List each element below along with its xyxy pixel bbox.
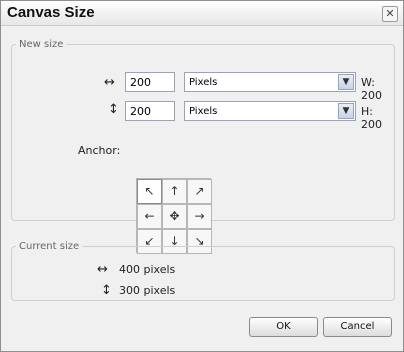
canvas-size-dialog: Canvas Size ✕ New size ↔ 200 Pixels ▼ W:… (0, 0, 404, 352)
width-input[interactable]: 200 (125, 72, 175, 92)
height-input[interactable]: 200 (125, 101, 175, 121)
width-unit-value: Pixels (189, 77, 218, 88)
close-icon[interactable]: ✕ (382, 6, 398, 22)
anchor-middle-left-button[interactable]: ← (137, 204, 162, 229)
current-width: 400 pixels (119, 263, 176, 276)
width-unit-select[interactable]: Pixels ▼ (184, 72, 356, 92)
cancel-button[interactable]: Cancel (323, 317, 392, 337)
new-size-legend: New size (19, 39, 64, 50)
chevron-down-icon[interactable]: ▼ (338, 103, 354, 119)
current-height: 300 pixels (119, 284, 176, 297)
anchor-top-center-button[interactable]: ↑ (162, 179, 187, 204)
current-size-legend: Current size (19, 241, 80, 252)
width-summary: W: 200 (361, 76, 382, 102)
current-size-group: Current size ↔ 400 pixels ↕ 300 pixels (11, 241, 395, 301)
chevron-down-icon[interactable]: ▼ (338, 74, 354, 90)
anchor-center-button[interactable]: ✥ (162, 204, 187, 229)
height-arrow-icon: ↕ (101, 283, 112, 298)
anchor-top-right-button[interactable]: ↗ (187, 179, 212, 204)
anchor-label: Anchor: (78, 144, 121, 157)
anchor-middle-right-button[interactable]: → (187, 204, 212, 229)
width-arrow-icon: ↔ (104, 75, 115, 90)
title-bar: Canvas Size ✕ (1, 1, 403, 26)
height-unit-select[interactable]: Pixels ▼ (184, 101, 356, 121)
height-summary: H: 200 (361, 105, 382, 131)
ok-button[interactable]: OK (249, 317, 318, 337)
height-arrow-icon: ↕ (108, 102, 119, 117)
width-arrow-icon: ↔ (97, 262, 108, 277)
anchor-top-left-button[interactable]: ↖ (137, 179, 162, 204)
window-title: Canvas Size (7, 4, 95, 21)
height-unit-value: Pixels (189, 106, 218, 117)
new-size-group: New size ↔ 200 Pixels ▼ W: 200 ↕ 200 Pix… (11, 39, 395, 254)
